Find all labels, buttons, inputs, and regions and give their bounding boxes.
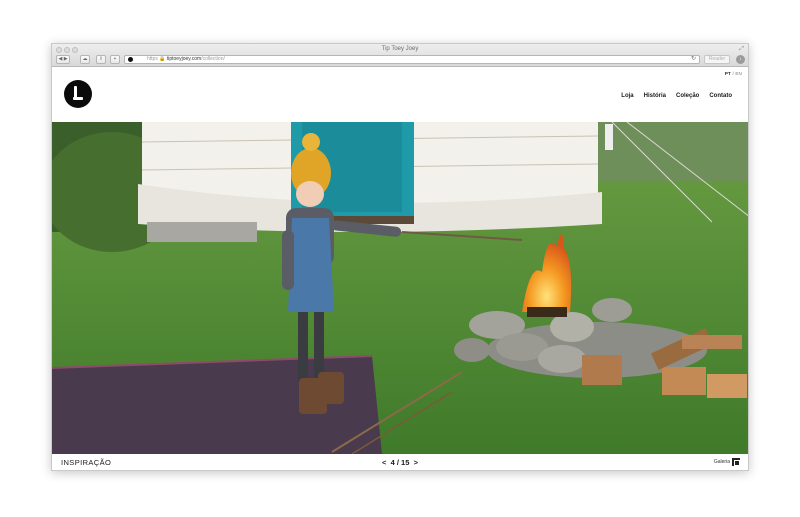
campfire-scene-image (52, 122, 748, 454)
back-forward-buttons[interactable]: ◀ ▶ (56, 55, 70, 64)
site-header: PT / EN Loja História Coleção Contato (52, 67, 748, 122)
new-tab-button[interactable]: + (110, 55, 120, 64)
nav-historia[interactable]: História (644, 93, 666, 99)
site-logo[interactable] (64, 80, 92, 108)
title-bar: Tip Toey Joey ⤢ ◀ ▶ ☁ ⇪ + https 🔒 tiptoe… (52, 44, 748, 67)
slide-pager: < 4 / 15 > (382, 458, 418, 467)
language-switcher: PT / EN (724, 71, 742, 76)
nav-colecao[interactable]: Coleção (676, 93, 699, 99)
nav-contato[interactable]: Contato (709, 93, 732, 99)
next-slide-button[interactable]: > (414, 458, 418, 467)
browser-window: Tip Toey Joey ⤢ ◀ ▶ ☁ ⇪ + https 🔒 tiptoe… (51, 43, 749, 471)
reload-icon[interactable]: ↻ (691, 56, 696, 63)
lang-pt[interactable]: PT (725, 71, 731, 76)
icloud-tabs-button[interactable]: ☁ (80, 55, 90, 64)
reader-button[interactable]: Reader (704, 55, 730, 64)
gallery-link[interactable]: Galeria (714, 459, 730, 465)
photo-footer: INSPIRAÇÃO < 4 / 15 > Galeria (52, 454, 748, 470)
lock-icon: 🔒 (159, 56, 166, 62)
current-slide: 4 (390, 458, 395, 467)
gallery-icon[interactable] (732, 458, 740, 466)
share-icon: ⇪ (98, 56, 104, 62)
prev-slide-button[interactable]: < (382, 458, 386, 467)
forward-arrow-icon[interactable]: ▶ (64, 56, 68, 62)
downloads-icon[interactable]: ↓ (736, 55, 745, 64)
nav-loja[interactable]: Loja (621, 93, 633, 99)
site-favicon-icon (128, 57, 133, 62)
plus-icon: + (113, 56, 117, 62)
back-arrow-icon[interactable]: ◀ (58, 56, 62, 62)
main-nav: Loja História Coleção Contato (621, 93, 732, 99)
cloud-icon: ☁ (82, 56, 88, 62)
total-slides: 15 (401, 458, 410, 467)
lang-en[interactable]: EN (735, 71, 742, 76)
fullscreen-icon[interactable]: ⤢ (739, 46, 744, 53)
window-title: Tip Toey Joey (381, 46, 419, 52)
hero-photo[interactable] (52, 122, 748, 454)
address-bar[interactable]: https 🔒 tiptoeyjoey.com/collection/ ↻ (124, 55, 700, 64)
address-url[interactable]: https 🔒 tiptoeyjoey.com/collection/ (147, 56, 225, 63)
share-button[interactable]: ⇪ (96, 55, 106, 64)
